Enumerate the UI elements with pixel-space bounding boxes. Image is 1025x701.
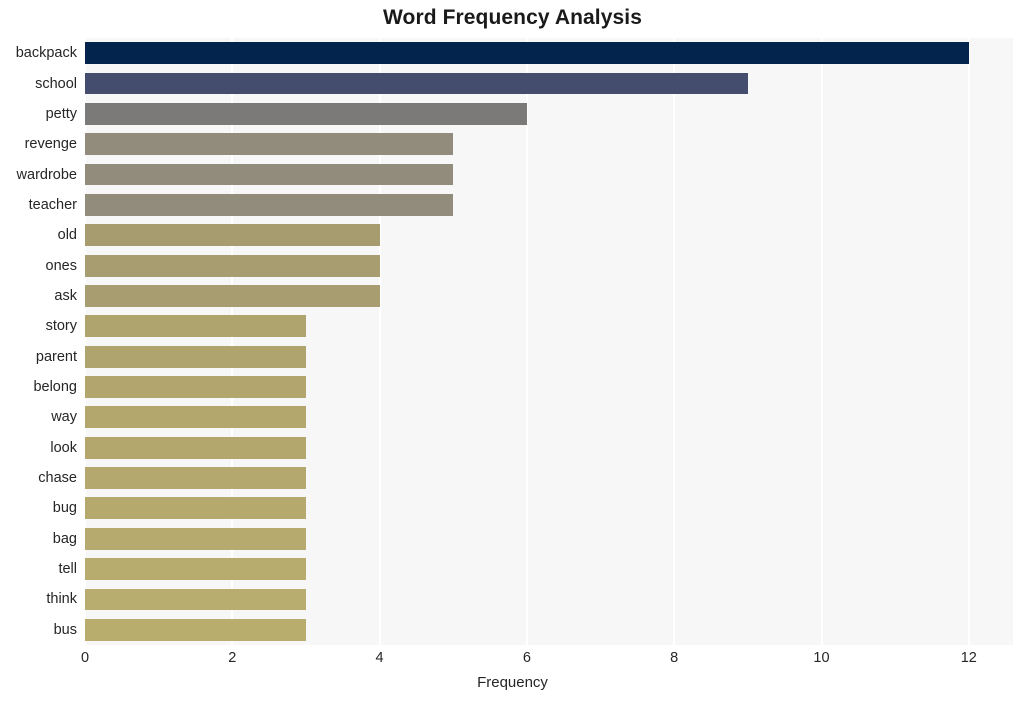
y-tick-label-ones: ones [45, 257, 77, 274]
bar-look [85, 436, 306, 459]
y-tick-label-school: school [35, 75, 77, 92]
bar-bus [85, 618, 306, 641]
y-tick-label-parent: parent [35, 348, 77, 365]
bar-row [85, 527, 1013, 550]
bar-think [85, 588, 306, 611]
bar-row [85, 72, 1013, 95]
bar-bug [85, 497, 306, 520]
chart-title: Word Frequency Analysis [382, 6, 643, 29]
bar-row [85, 406, 1013, 429]
plot-area [85, 38, 1013, 645]
y-axis-tick-labels: backpack school petty revenge wardrobe teache… [0, 38, 77, 645]
y-tick-label-bug: bug [52, 500, 77, 517]
bar-wardrobe [85, 163, 454, 186]
bar-row [85, 42, 1013, 65]
bar-row [85, 133, 1013, 156]
y-tick-label-petty: petty [45, 105, 77, 122]
y-tick-label-bag: bag [52, 530, 77, 547]
word-frequency-chart-figure: Word Frequency Analysis backpack school pe… [0, 0, 1025, 701]
bar-row [85, 618, 1013, 641]
y-tick-label-chase: chase [38, 470, 77, 487]
x-axis-title: Frequency [477, 674, 548, 691]
bar-revenge [85, 133, 454, 156]
x-tick-label-8: 8 [670, 650, 679, 666]
bar-petty [85, 102, 527, 125]
bar-row [85, 315, 1013, 338]
bar-row [85, 102, 1013, 125]
y-tick-label-think: think [46, 591, 77, 608]
y-tick-label-ask: ask [54, 287, 77, 304]
bar-row [85, 285, 1013, 307]
bar-way [85, 406, 306, 429]
y-tick-label-tell: tell [58, 561, 77, 578]
bar-teacher [85, 193, 454, 216]
bar-ask [85, 285, 380, 307]
y-tick-label-revenge: revenge [24, 136, 77, 153]
x-tick-label-4: 4 [375, 650, 384, 666]
bar-row [85, 467, 1013, 489]
bar-row [85, 436, 1013, 459]
x-tick-label-12: 12 [960, 650, 977, 666]
bar-chase [85, 467, 306, 489]
bar-row [85, 224, 1013, 247]
y-tick-label-bus: bus [53, 621, 77, 638]
bar-series [85, 38, 1013, 645]
bar-row [85, 345, 1013, 368]
x-axis-tick-labels: 0 2 4 6 8 10 12 [81, 650, 1013, 672]
x-tick-label-10: 10 [813, 650, 830, 666]
bar-row [85, 163, 1013, 186]
bar-story [85, 315, 306, 338]
bar-row [85, 558, 1013, 581]
bar-row [85, 376, 1013, 398]
bar-backpack [85, 42, 969, 65]
y-tick-label-old: old [57, 227, 77, 244]
bar-parent [85, 345, 306, 368]
x-tick-label-6: 6 [522, 650, 531, 666]
y-tick-label-story: story [45, 318, 77, 335]
bar-bag [85, 527, 306, 550]
bar-school [85, 72, 748, 95]
y-tick-label-look: look [50, 439, 77, 456]
bar-row [85, 193, 1013, 216]
y-tick-label-belong: belong [33, 379, 77, 396]
bar-ones [85, 254, 380, 277]
y-tick-label-wardrobe: wardrobe [16, 166, 77, 183]
y-tick-label-backpack: backpack [15, 45, 77, 62]
bar-old [85, 224, 380, 247]
x-tick-label-2: 2 [228, 650, 237, 666]
bar-row [85, 588, 1013, 611]
bar-tell [85, 558, 306, 581]
bar-row [85, 254, 1013, 277]
bar-belong [85, 376, 306, 398]
bar-row [85, 497, 1013, 520]
x-tick-label-0: 0 [80, 650, 90, 666]
y-tick-label-teacher: teacher [28, 196, 77, 213]
y-tick-label-way: way [51, 409, 77, 426]
